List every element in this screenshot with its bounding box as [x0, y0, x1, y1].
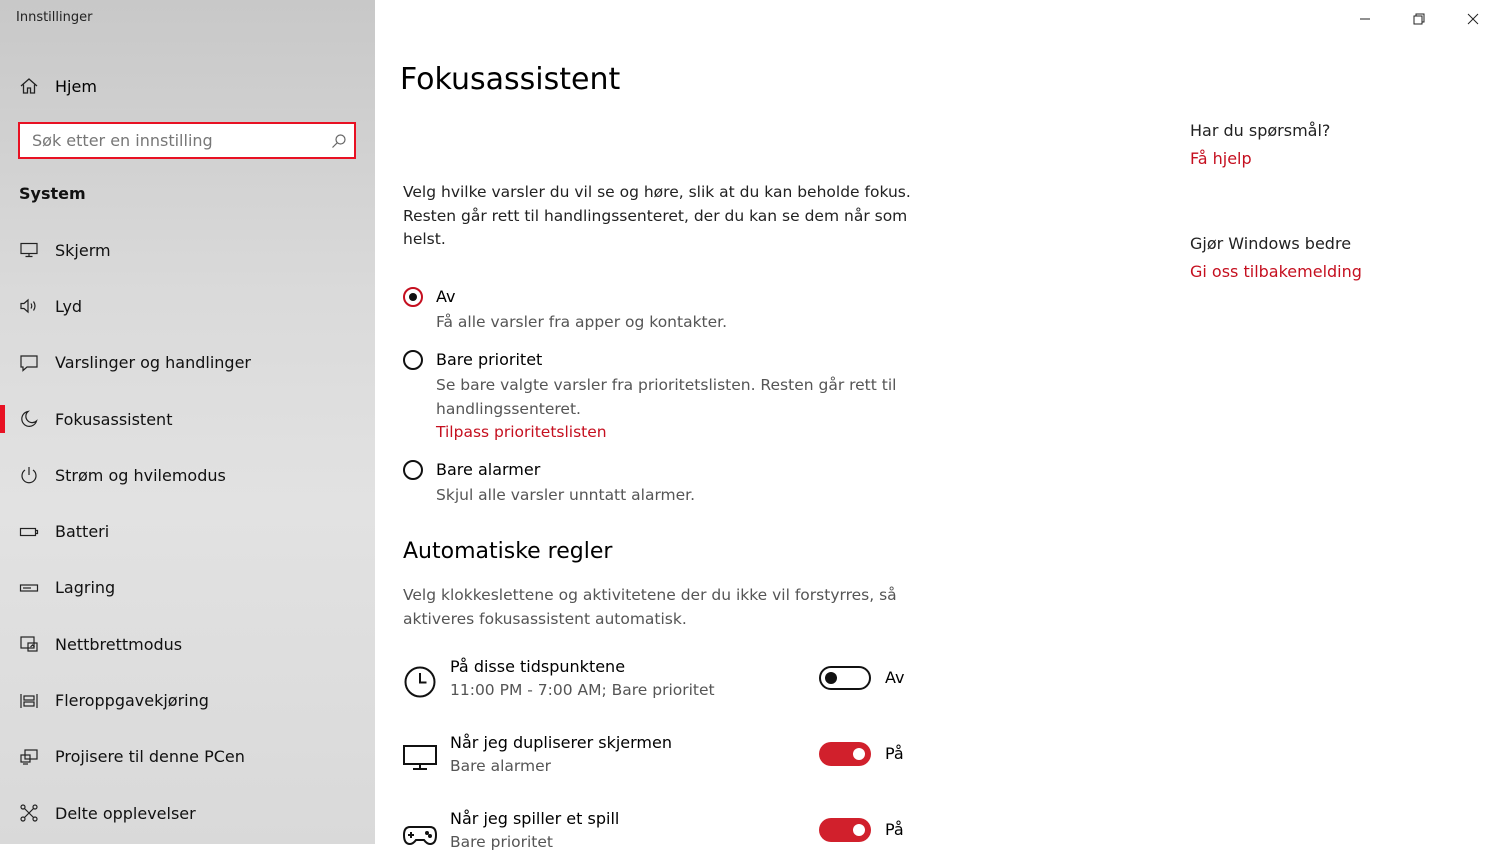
speaker-icon	[18, 295, 40, 317]
sidebar-item-lagring[interactable]: Lagring	[0, 560, 375, 616]
search-box[interactable]	[18, 122, 356, 159]
sidebar-item-label: Nettbrettmodus	[55, 634, 183, 654]
rule-time: På disse tidspunktene 11:00 PM - 7:00 AM…	[403, 657, 923, 707]
window-controls	[1338, 0, 1500, 38]
toggle-state: På	[885, 820, 904, 839]
rule-title[interactable]: Når jeg dupliserer skjermen	[450, 733, 672, 752]
feedback-section: Gjør Windows bedre Gi oss tilbakemelding	[1190, 234, 1470, 281]
option-desc-block: Se bare valgte varsler fra prioritetslis…	[436, 374, 906, 445]
sidebar-item-label: Delte opplevelser	[55, 803, 196, 823]
sidebar-item-label: Varslinger og handlinger	[55, 353, 251, 373]
rule-game: Når jeg spiller et spill Bare prioritet …	[403, 809, 923, 859]
sidebar-item-fleroppgave[interactable]: Fleroppgavekjøring	[0, 672, 375, 728]
sidebar-item-label: Fokusassistent	[55, 409, 173, 429]
feedback-link[interactable]: Gi oss tilbakemelding	[1190, 262, 1470, 281]
close-icon	[1467, 10, 1479, 29]
sidebar-item-label: Skjerm	[55, 240, 111, 260]
rule-sub: 11:00 PM - 7:00 AM; Bare prioritet	[450, 681, 715, 699]
sidebar-item-lyd[interactable]: Lyd	[0, 278, 375, 334]
help-section: Har du spørsmål? Få hjelp	[1190, 121, 1470, 168]
monitor-icon	[403, 741, 437, 775]
toggle-time[interactable]	[819, 666, 871, 690]
help-heading: Har du spørsmål?	[1190, 121, 1331, 140]
sidebar-item-label: Strøm og hvilemodus	[55, 465, 226, 485]
sidebar-item-nettbrettmodus[interactable]: Nettbrettmodus	[0, 616, 375, 672]
tablet-mode-icon	[18, 633, 40, 655]
app-title: Innstillinger	[16, 10, 93, 25]
section-title: System	[19, 184, 86, 203]
page-title: Fokusassistent	[400, 62, 621, 97]
nav-list: Skjerm Lyd Varslinger og handlinger Foku…	[0, 222, 375, 841]
sidebar-item-label: Fleroppgavekjøring	[55, 691, 209, 711]
radio-button-av[interactable]	[403, 287, 423, 307]
battery-icon	[18, 521, 40, 543]
minimize-button[interactable]	[1338, 0, 1392, 38]
monitor-icon	[18, 239, 40, 261]
shared-experiences-icon	[18, 802, 40, 824]
rule-title[interactable]: På disse tidspunktene	[450, 657, 625, 676]
nav-home-label: Hjem	[55, 76, 97, 96]
sidebar-item-strom[interactable]: Strøm og hvilemodus	[0, 447, 375, 503]
power-icon	[18, 464, 40, 486]
moon-icon	[18, 408, 40, 430]
search-input[interactable]	[20, 123, 324, 158]
option-desc: Se bare valgte varsler fra prioritetslis…	[436, 376, 897, 418]
sidebar-item-batteri[interactable]: Batteri	[0, 503, 375, 559]
toggle-duplicate[interactable]	[819, 742, 871, 766]
feedback-heading: Gjør Windows bedre	[1190, 234, 1352, 253]
project-icon	[18, 746, 40, 768]
rule-title[interactable]: Når jeg spiller et spill	[450, 809, 619, 828]
home-icon	[18, 75, 40, 97]
notification-icon	[18, 352, 40, 374]
sidebar-item-varslinger[interactable]: Varslinger og handlinger	[0, 335, 375, 391]
radio-button-bare-prioritet[interactable]	[403, 350, 423, 370]
restore-icon	[1413, 10, 1425, 29]
option-desc: Skjul alle varsler unntatt alarmer.	[436, 486, 696, 504]
auto-rules-heading: Automatiske regler	[403, 539, 613, 564]
sidebar-item-label: Batteri	[55, 522, 110, 542]
gamepad-icon	[403, 817, 437, 851]
rule-sub: Bare alarmer	[450, 757, 552, 775]
get-help-link[interactable]: Få hjelp	[1190, 149, 1470, 168]
close-button[interactable]	[1446, 0, 1500, 38]
sidebar-item-delte[interactable]: Delte opplevelser	[0, 785, 375, 841]
search-icon[interactable]	[324, 133, 354, 149]
sidebar-item-label: Lagring	[55, 578, 116, 598]
sidebar-item-projisere[interactable]: Projisere til denne PCen	[0, 729, 375, 785]
option-label: Av	[436, 287, 456, 306]
radio-button-bare-alarmer[interactable]	[403, 460, 423, 480]
minimize-icon	[1359, 10, 1371, 29]
sidebar: Innstillinger Hjem System Skjerm Lyd	[0, 0, 375, 844]
option-desc: Få alle varsler fra apper og kontakter.	[436, 313, 728, 331]
intro-text: Velg hvilke varsler du vil se og høre, s…	[403, 183, 911, 248]
sidebar-item-fokusassistent[interactable]: Fokusassistent	[0, 391, 375, 447]
sidebar-item-label: Projisere til denne PCen	[55, 747, 245, 767]
multitasking-icon	[18, 690, 40, 712]
restore-button[interactable]	[1392, 0, 1446, 38]
clock-icon	[403, 665, 437, 699]
option-label: Bare alarmer	[436, 460, 541, 479]
customize-priority-link[interactable]: Tilpass prioritetslisten	[436, 423, 607, 441]
option-label: Bare prioritet	[436, 350, 543, 369]
nav-home[interactable]: Hjem	[18, 74, 97, 98]
rule-duplicate: Når jeg dupliserer skjermen Bare alarmer…	[403, 733, 923, 783]
auto-rules-desc: Velg klokkeslettene og aktivitetene der …	[403, 586, 897, 628]
toggle-state: På	[885, 744, 904, 763]
sidebar-item-label: Lyd	[55, 296, 83, 316]
toggle-game[interactable]	[819, 818, 871, 842]
toggle-state: Av	[885, 668, 905, 687]
rule-sub: Bare prioritet	[450, 833, 553, 851]
storage-icon	[18, 577, 40, 599]
sidebar-item-skjerm[interactable]: Skjerm	[0, 222, 375, 278]
